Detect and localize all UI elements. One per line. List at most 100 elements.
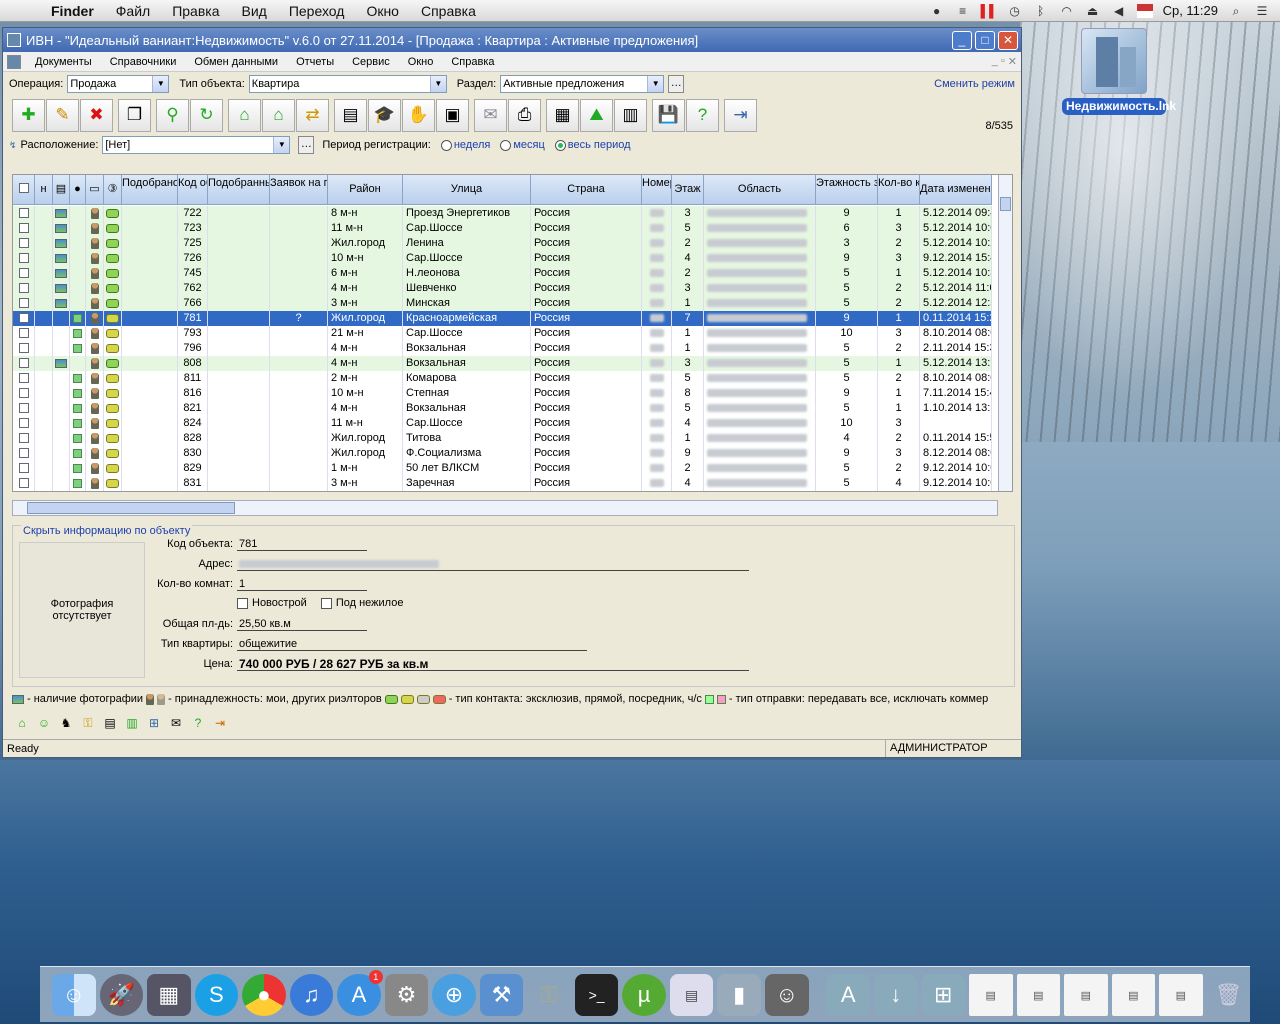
- skype-icon[interactable]: S: [194, 974, 239, 1016]
- col-street[interactable]: Улица: [403, 175, 531, 204]
- grid-icon[interactable]: ⊞: [145, 714, 163, 732]
- row-checkbox[interactable]: [18, 208, 29, 219]
- safe-icon[interactable]: ▣: [436, 98, 469, 132]
- handshake-icon[interactable]: ✋: [402, 98, 435, 132]
- menu-reports[interactable]: Отчеты: [287, 56, 343, 68]
- menu-data-exchange[interactable]: Обмен данными: [185, 56, 287, 68]
- row-checkbox[interactable]: [18, 343, 29, 354]
- operation-select[interactable]: Продажа ▼: [67, 75, 170, 93]
- help-icon[interactable]: ?: [686, 98, 719, 132]
- menu-documents[interactable]: Документы: [26, 56, 101, 68]
- menu-help-app[interactable]: Справка: [442, 56, 503, 68]
- document-thumbnail-icon[interactable]: ▤: [1111, 974, 1156, 1016]
- menu-go[interactable]: Переход: [278, 3, 356, 19]
- row-checkbox[interactable]: [18, 388, 29, 399]
- chevron-down-icon[interactable]: ▼: [152, 76, 169, 92]
- pause-icon[interactable]: ▌▌: [981, 4, 998, 18]
- section-more-button[interactable]: …: [668, 75, 685, 93]
- menubar-clock[interactable]: Ср, 11:29: [1163, 3, 1218, 18]
- period-month-radio[interactable]: месяц: [500, 139, 545, 151]
- col-floor[interactable]: Этаж: [672, 175, 704, 204]
- education-icon[interactable]: 🎓: [368, 98, 401, 132]
- row-checkbox[interactable]: [18, 478, 29, 489]
- windows-folder-icon[interactable]: ⊞: [921, 974, 965, 1016]
- table-row[interactable]: 762 4 м-н Шевченко Россия 3 5 2 5.12.2014 11:0: [13, 281, 992, 296]
- itunes-icon[interactable]: ♫: [289, 974, 334, 1016]
- table-row[interactable]: 722 8 м-н Проезд Энергетиков Россия 3 9 1 5.12.…: [13, 206, 992, 221]
- menu-service[interactable]: Сервис: [343, 56, 399, 68]
- table-row[interactable]: 793 21 м-н Сар.Шоссе Россия 1 10 3 8.10.2014 08…: [13, 326, 992, 341]
- wifi-icon[interactable]: ◠: [1059, 4, 1075, 18]
- object-type-select[interactable]: Квартира ▼: [248, 75, 447, 93]
- horizontal-scrollbar[interactable]: [12, 500, 998, 516]
- delete-icon[interactable]: ✖: [80, 98, 113, 132]
- mdi-restore-icon[interactable]: ▫: [1001, 55, 1005, 68]
- menu-view[interactable]: Вид: [231, 3, 278, 19]
- menu-edit[interactable]: Правка: [161, 3, 230, 19]
- table-row[interactable]: 816 10 м-н Степная Россия 8 9 1 7.11.2014 15:4: [13, 386, 992, 401]
- flag-icon[interactable]: [1136, 3, 1153, 18]
- table-row[interactable]: 811 2 м-н Комарова Россия 5 5 2 8.10.2014 08:0: [13, 371, 992, 386]
- mail-icon[interactable]: ✉: [167, 714, 185, 732]
- col-house-number[interactable]: Номер дома: [642, 175, 672, 204]
- col-district[interactable]: Район: [328, 175, 403, 204]
- book-icon[interactable]: ▥: [123, 714, 141, 732]
- table-row[interactable]: 808 4 м-н Вокзальная Россия 3 5 1 5.12.2014 13:…: [13, 356, 992, 371]
- scroll-thumb[interactable]: [27, 502, 235, 514]
- document-icon[interactable]: ▥: [614, 98, 647, 132]
- table-row[interactable]: 830 Жил.город Ф.Социализма Россия 9 9 3 8.12.20…: [13, 446, 992, 461]
- table-row[interactable]: 766 3 м-н Минская Россия 1 5 2 5.12.2014 12:5: [13, 296, 992, 311]
- app-store-icon[interactable]: A1: [337, 970, 383, 1016]
- col-purchase-requests[interactable]: Заявок на покупку: [270, 175, 328, 204]
- row-checkbox[interactable]: [18, 448, 29, 459]
- hide-info-link[interactable]: Скрыть информацию по объекту: [21, 525, 193, 537]
- window-titlebar[interactable]: ИВН - "Идеальный ваниант:Недвижимость" v…: [3, 28, 1021, 52]
- col-picked-in-requests[interactable]: Подобрано в заявках: [122, 175, 178, 204]
- row-checkbox[interactable]: [18, 253, 29, 264]
- edit-icon[interactable]: ✎: [46, 98, 79, 132]
- row-checkbox[interactable]: [18, 328, 29, 339]
- new-building-checkbox[interactable]: Новострой: [237, 597, 307, 609]
- chevron-down-icon[interactable]: ▼: [429, 76, 446, 92]
- launchpad-icon[interactable]: 🚀: [99, 974, 144, 1016]
- row-checkbox[interactable]: [18, 298, 29, 309]
- section-select[interactable]: Активные предложения ▼: [500, 75, 665, 93]
- table-row[interactable]: 829 1 м-н 50 лет ВЛКСМ Россия 2 5 2 9.12.2014 1…: [13, 461, 992, 476]
- table-row[interactable]: 831 3 м-н Заречная Россия 4 5 4 9.12.2014 10:0: [13, 476, 992, 491]
- home-icon[interactable]: ⌂: [262, 98, 295, 132]
- row-checkbox[interactable]: [18, 223, 29, 234]
- row-checkbox[interactable]: [18, 358, 29, 369]
- row-checkbox[interactable]: [18, 433, 29, 444]
- non-residential-checkbox[interactable]: Под нежилое: [320, 597, 403, 609]
- minimize-button[interactable]: _: [952, 30, 972, 50]
- table-row[interactable]: 781? Жил.город Красноармейская Россия 7 9 1 0.1…: [13, 311, 992, 326]
- home-search-icon[interactable]: ⌂: [228, 98, 261, 132]
- status-app-icon[interactable]: ●: [929, 4, 945, 18]
- notification-list-icon[interactable]: ☰: [1254, 4, 1270, 18]
- add-icon[interactable]: ✚: [12, 98, 45, 132]
- applications-folder-icon[interactable]: A: [826, 974, 870, 1016]
- terminal-icon[interactable]: >_: [574, 974, 619, 1016]
- person-icon[interactable]: ☺: [35, 714, 53, 732]
- table-row[interactable]: 824 11 м-н Сар.Шоссе Россия 4 10 3: [13, 416, 992, 431]
- document-thumbnail-icon[interactable]: ▤: [968, 974, 1013, 1016]
- mascot-app-icon[interactable]: ☺: [764, 974, 809, 1016]
- switch-mode-link[interactable]: Сменить режим: [934, 78, 1015, 90]
- building-app-icon[interactable]: ▮: [717, 974, 761, 1016]
- time-machine-icon[interactable]: ◷: [1007, 4, 1023, 18]
- list-icon[interactable]: ▤: [334, 98, 367, 132]
- map-icon[interactable]: ⛰: [580, 98, 613, 132]
- vertical-scrollbar[interactable]: [998, 175, 1012, 491]
- agent-icon[interactable]: ♞: [57, 714, 75, 732]
- table-row[interactable]: 828 Жил.город Титова Россия 1 4 2 0.11.2014 15:…: [13, 431, 992, 446]
- home-icon[interactable]: ⌂: [13, 714, 31, 732]
- col-new[interactable]: н: [35, 175, 53, 204]
- col-contact-icon[interactable]: ③: [104, 175, 122, 204]
- help-icon[interactable]: ?: [189, 714, 207, 732]
- col-date-modified[interactable]: Дата изменения: [920, 175, 992, 204]
- close-button[interactable]: ✕: [998, 30, 1018, 50]
- menu-references[interactable]: Справочники: [101, 56, 186, 68]
- table-row[interactable]: 745 6 м-н Н.леонова Россия 2 5 1 5.12.2014 10:3: [13, 266, 992, 281]
- col-picked-requests[interactable]: Подобранных заявок: [208, 175, 270, 204]
- menu-file[interactable]: Файл: [105, 3, 161, 19]
